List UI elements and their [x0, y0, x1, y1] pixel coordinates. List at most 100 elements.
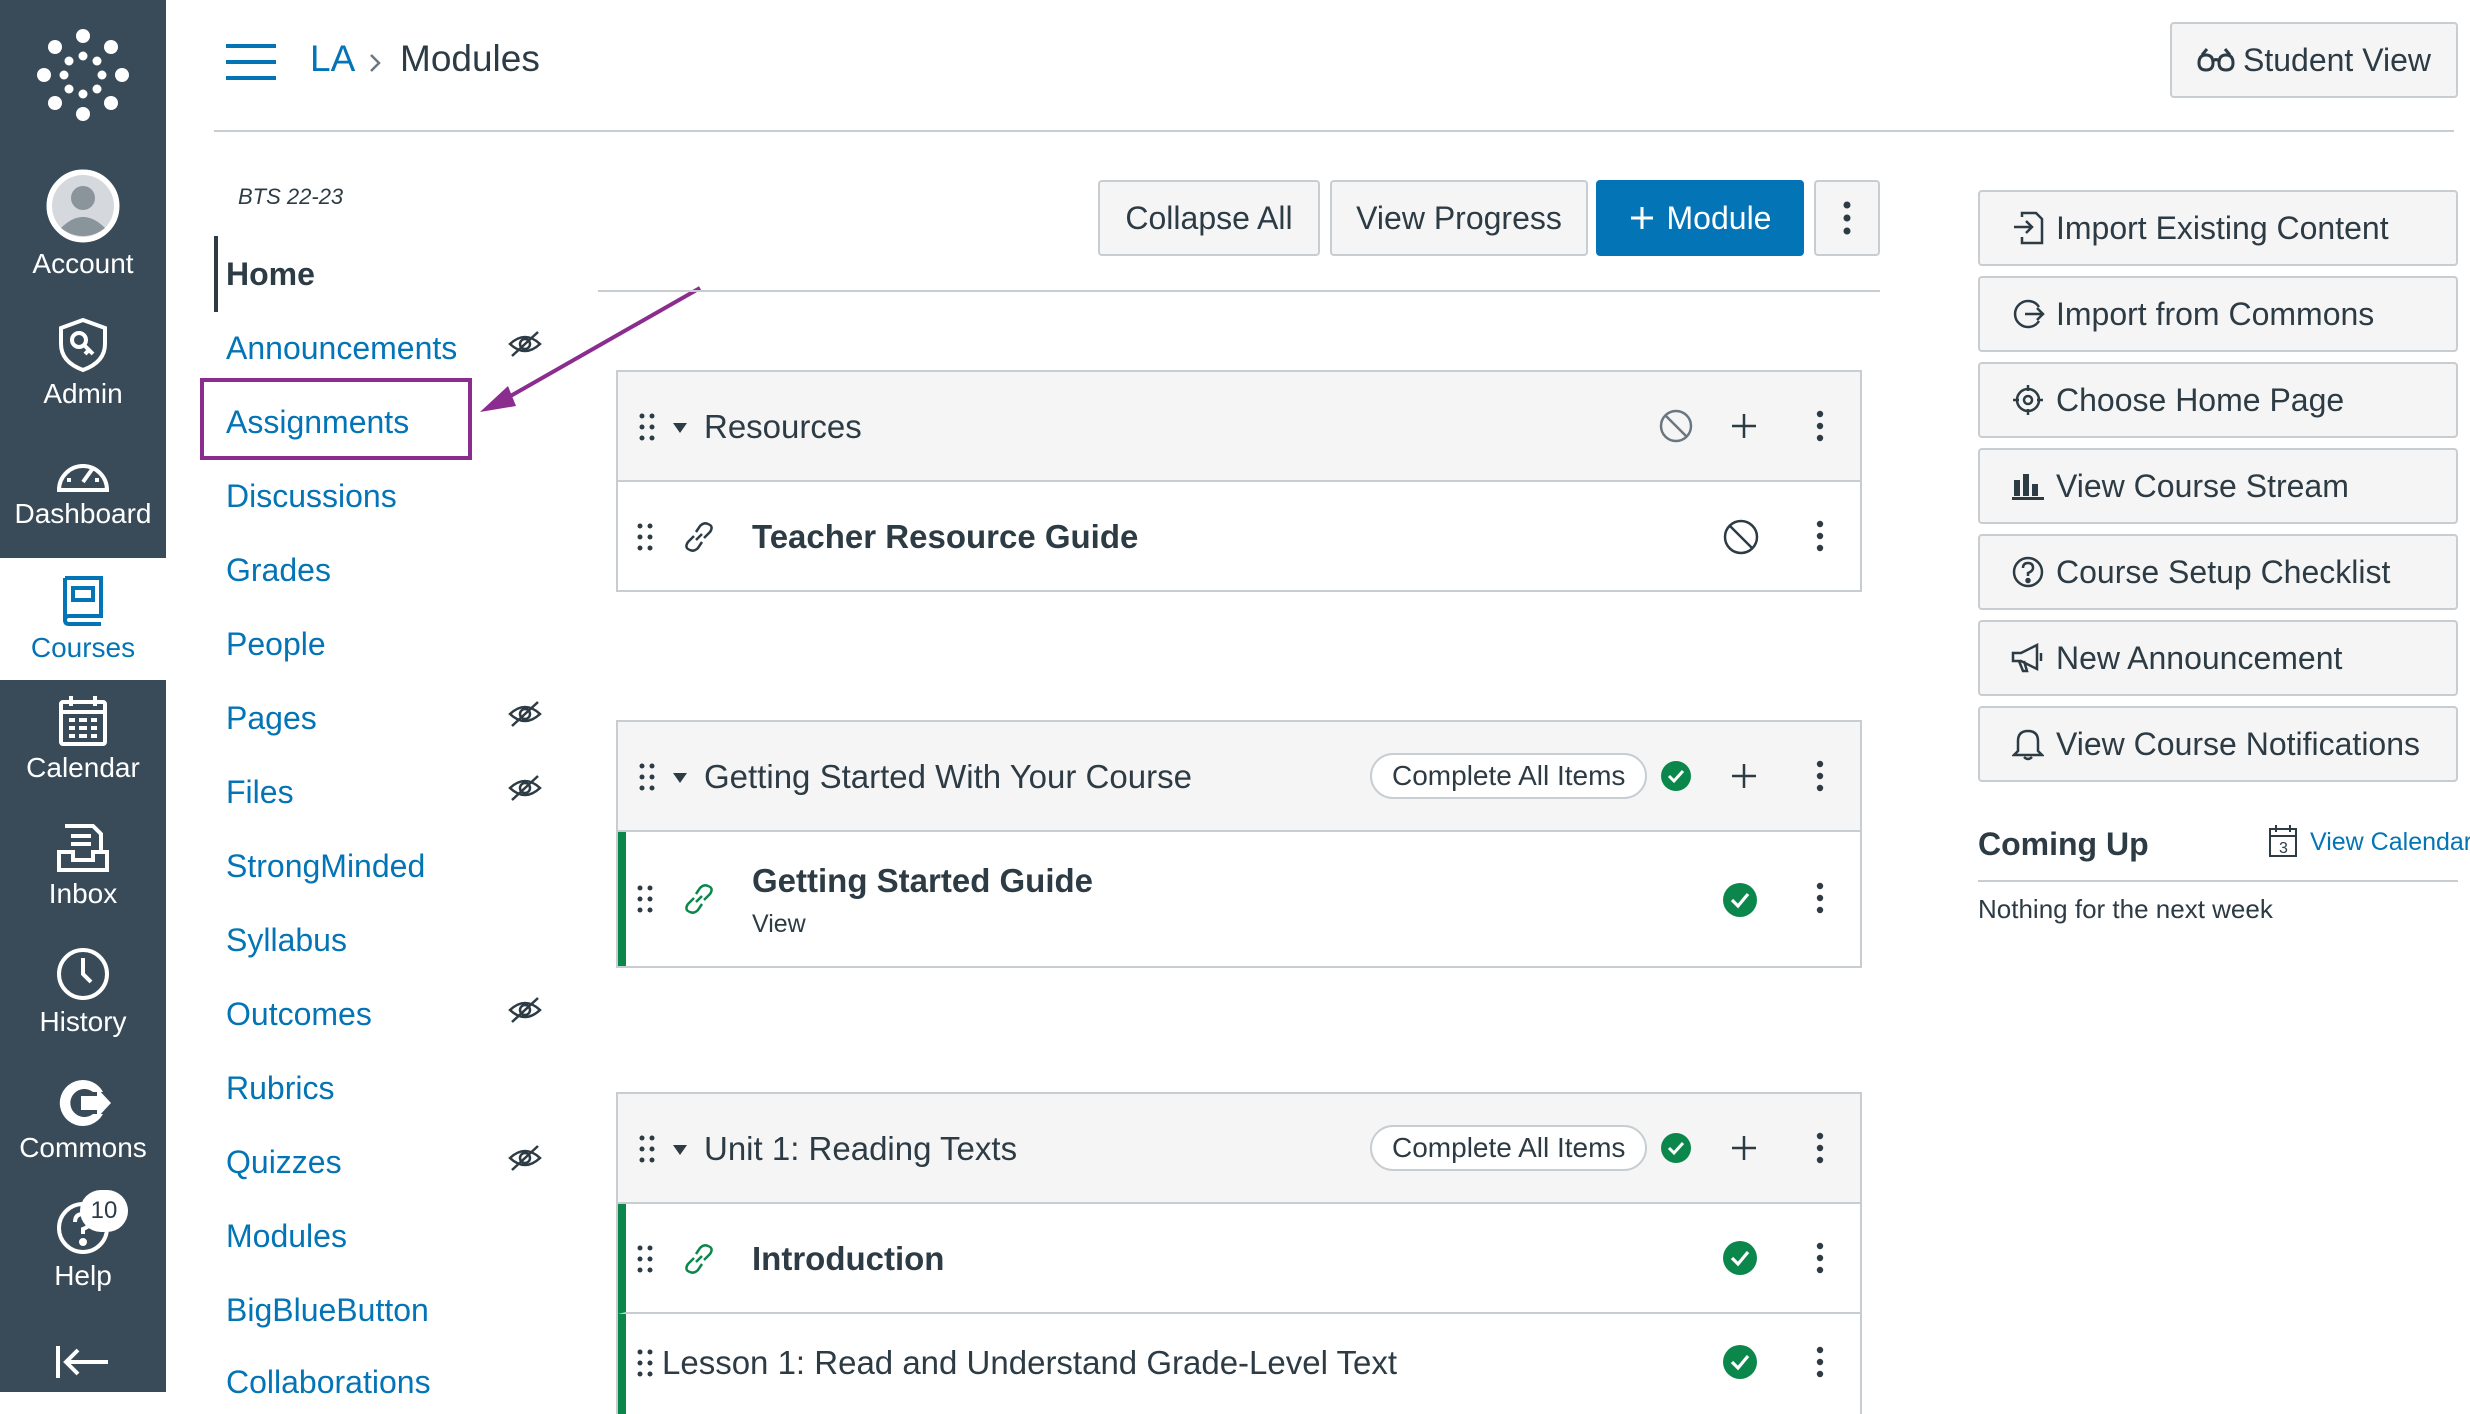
choose-home-page-button[interactable]: Choose Home Page	[1978, 362, 2458, 438]
student-view-button[interactable]: Student View	[2170, 22, 2458, 98]
module-subheader-title[interactable]: Lesson 1: Read and Understand Grade-Leve…	[662, 1344, 1397, 1382]
import-existing-content-label: Import Existing Content	[2056, 209, 2389, 246]
course-nav-syllabus[interactable]: Syllabus	[226, 922, 347, 959]
module-item-row[interactable]: Getting Started Guide View	[618, 832, 1860, 966]
drag-handle-icon[interactable]	[638, 412, 656, 442]
unpublished-icon[interactable]	[1722, 518, 1760, 556]
kebab-icon[interactable]	[1816, 882, 1824, 914]
view-calendar-link[interactable]: View Calendar	[2310, 828, 2470, 857]
link-icon	[685, 522, 713, 552]
requirement-pill: Complete All Items	[1370, 753, 1648, 799]
coming-up-heading: Coming Up	[1978, 826, 2149, 862]
import-from-commons-button[interactable]: Import from Commons	[1978, 276, 2458, 352]
course-nav-people[interactable]: People	[226, 626, 326, 663]
hidden-eye-icon	[508, 775, 542, 801]
course-nav-rubrics[interactable]: Rubrics	[226, 1070, 334, 1107]
nav-history[interactable]: History	[0, 946, 166, 1038]
module-header[interactable]: Getting Started With Your Course Complet…	[618, 722, 1860, 832]
choose-home-page-label: Choose Home Page	[2056, 381, 2345, 418]
drag-handle-icon[interactable]	[636, 884, 654, 914]
import-icon	[2008, 208, 2048, 248]
add-module-button[interactable]: Module	[1596, 180, 1804, 256]
nav-inbox[interactable]: Inbox	[0, 822, 166, 910]
new-announcement-button[interactable]: New Announcement	[1978, 620, 2458, 696]
breadcrumb-course-link[interactable]: LA	[310, 38, 355, 80]
course-nav-strongminded[interactable]: StrongMinded	[226, 848, 425, 885]
published-check-icon[interactable]	[1722, 882, 1758, 918]
kebab-icon[interactable]	[1816, 1346, 1824, 1378]
course-nav-files[interactable]: Files	[226, 774, 294, 811]
drag-handle-icon[interactable]	[636, 1244, 654, 1274]
breadcrumb-current-page: Modules	[400, 38, 540, 79]
drag-handle-icon[interactable]	[636, 522, 654, 552]
published-check-icon[interactable]	[1722, 1240, 1758, 1276]
course-nav-quizzes[interactable]: Quizzes	[226, 1144, 342, 1181]
kebab-icon[interactable]	[1816, 1132, 1824, 1164]
module-header[interactable]: Unit 1: Reading Texts Complete All Items	[618, 1094, 1860, 1204]
nav-dashboard[interactable]: Dashboard	[0, 450, 166, 530]
kebab-icon[interactable]	[1816, 520, 1824, 552]
hamburger-icon[interactable]	[226, 44, 276, 80]
import-existing-content-button[interactable]: Import Existing Content	[1978, 190, 2458, 266]
course-nav-modules[interactable]: Modules	[226, 1218, 347, 1255]
view-course-stream-label: View Course Stream	[2056, 467, 2349, 504]
course-setup-checklist-button[interactable]: Course Setup Checklist	[1978, 534, 2458, 610]
collapse-caret-icon[interactable]	[672, 1144, 688, 1156]
nav-courses[interactable]: Courses	[0, 558, 166, 680]
add-item-plus-icon[interactable]	[1730, 1134, 1758, 1162]
nav-courses-label: Courses	[30, 632, 136, 663]
kebab-icon[interactable]	[1816, 760, 1824, 792]
drag-handle-icon[interactable]	[636, 1348, 654, 1378]
module-item-row[interactable]: Teacher Resource Guide	[618, 482, 1860, 590]
module-header[interactable]: Resources	[618, 372, 1860, 482]
course-nav-discussions[interactable]: Discussions	[226, 478, 397, 515]
view-course-stream-button[interactable]: View Course Stream	[1978, 448, 2458, 524]
unpublished-icon[interactable]	[1658, 408, 1694, 444]
course-term: BTS 22-23	[238, 184, 344, 209]
published-check-icon[interactable]	[1660, 1132, 1692, 1164]
collapse-caret-icon[interactable]	[672, 772, 688, 784]
nav-admin[interactable]: Admin	[0, 316, 166, 410]
commons-icon	[59, 1079, 111, 1126]
module-item-title[interactable]: Introduction	[752, 1240, 944, 1278]
plus-icon	[1630, 207, 1653, 229]
book-icon	[62, 576, 103, 626]
course-nav-home[interactable]: Home	[226, 256, 315, 293]
view-course-notifications-button[interactable]: View Course Notifications	[1978, 706, 2458, 782]
inbox-icon	[57, 824, 109, 872]
collapse-caret-icon[interactable]	[672, 422, 688, 434]
nav-calendar[interactable]: Calendar	[0, 694, 166, 784]
view-progress-button[interactable]: View Progress	[1330, 180, 1588, 256]
add-item-plus-icon[interactable]	[1730, 762, 1758, 790]
module-item-title[interactable]: Teacher Resource Guide	[752, 518, 1138, 556]
kebab-icon[interactable]	[1816, 410, 1824, 442]
collapse-all-button[interactable]: Collapse All	[1098, 180, 1320, 256]
nav-commons-label: Commons	[19, 1132, 147, 1163]
module-title: Unit 1: Reading Texts	[704, 1130, 1018, 1167]
modules-options-button[interactable]	[1814, 180, 1880, 256]
add-item-plus-icon[interactable]	[1730, 412, 1758, 440]
canvas-logo-icon[interactable]	[36, 28, 130, 122]
module-item-row[interactable]: Lesson 1: Read and Understand Grade-Leve…	[618, 1314, 1860, 1414]
nav-account[interactable]: Account	[0, 168, 166, 280]
course-nav-bigbluebutton[interactable]: BigBlueButton	[226, 1292, 429, 1329]
kebab-icon[interactable]	[1816, 1242, 1824, 1274]
course-nav-collaborations[interactable]: Collaborations	[226, 1364, 431, 1401]
collapse-nav-icon[interactable]	[54, 1344, 110, 1380]
import-from-commons-label: Import from Commons	[2056, 295, 2375, 332]
course-nav-outcomes[interactable]: Outcomes	[226, 996, 372, 1033]
nav-history-label: History	[39, 1006, 127, 1037]
module-item-row[interactable]: Introduction	[618, 1204, 1860, 1314]
nav-dashboard-label: Dashboard	[14, 498, 152, 529]
course-nav-pages[interactable]: Pages	[226, 700, 317, 737]
module-item-title[interactable]: Getting Started Guide	[752, 862, 1093, 900]
breadcrumb-chevron-icon	[368, 52, 382, 74]
nav-commons[interactable]: Commons	[0, 1078, 166, 1164]
drag-handle-icon[interactable]	[638, 1134, 656, 1164]
course-nav-announcements[interactable]: Announcements	[226, 330, 457, 367]
drag-handle-icon[interactable]	[638, 762, 656, 792]
course-nav-grades[interactable]: Grades	[226, 552, 331, 589]
published-check-icon[interactable]	[1722, 1344, 1758, 1380]
coming-up-empty-text: Nothing for the next week	[1978, 894, 2273, 924]
published-check-icon[interactable]	[1660, 760, 1692, 792]
